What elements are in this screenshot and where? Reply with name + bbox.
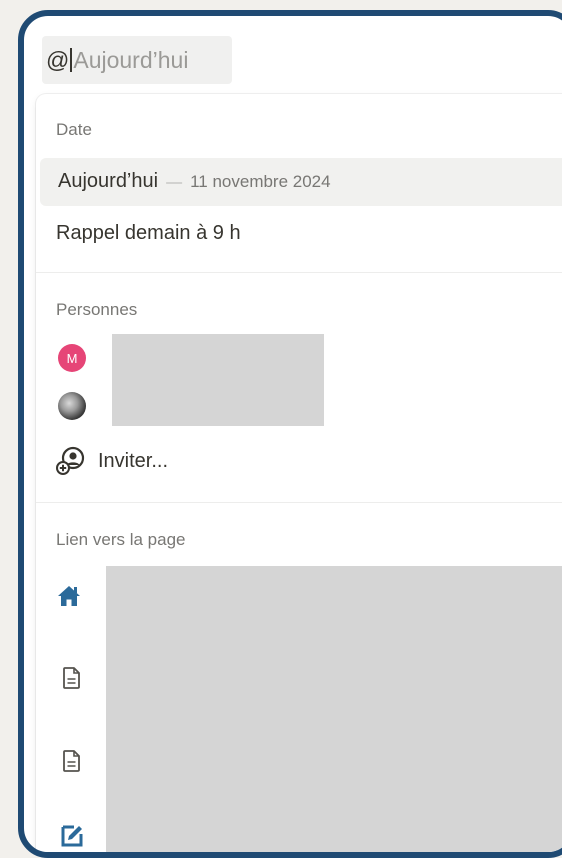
page-document-icon[interactable] [62, 666, 82, 690]
mention-menu: Date Aujourd’hui — 11 novembre 2024 Rapp… [36, 94, 562, 852]
today-label: Aujourd’hui [58, 170, 159, 192]
avatar-photo[interactable] [58, 392, 86, 420]
mention-search-input[interactable]: @ Aujourd’hui [42, 36, 232, 84]
today-date: 11 novembre 2024 [190, 172, 331, 191]
redacted-page-list [106, 566, 562, 852]
menu-item-reminder[interactable]: Rappel demain à 9 h [56, 222, 241, 245]
section-title-link: Lien vers la page [56, 530, 186, 549]
edit-note-icon[interactable] [60, 822, 86, 848]
app-frame: @ Aujourd’hui Date Aujourd’hui — 11 novem… [18, 10, 562, 858]
divider [36, 272, 562, 273]
mention-prefix: @ [46, 46, 70, 73]
avatar-initial: M [66, 350, 78, 366]
home-icon[interactable] [56, 584, 82, 608]
invite-button[interactable]: Inviter... [98, 450, 168, 473]
today-date-row: Aujourd’hui — 11 novembre 2024 [58, 170, 331, 193]
avatar-m[interactable]: M [58, 344, 86, 372]
text-caret [70, 48, 73, 72]
mention-query: Aujourd’hui [73, 46, 189, 73]
divider [36, 502, 562, 503]
page-document-icon[interactable] [62, 749, 82, 773]
redacted-people-names [112, 334, 324, 426]
section-title-date: Date [56, 120, 92, 139]
section-title-people: Personnes [56, 300, 138, 319]
invite-person-icon [56, 446, 85, 475]
date-separator: — [166, 174, 183, 191]
